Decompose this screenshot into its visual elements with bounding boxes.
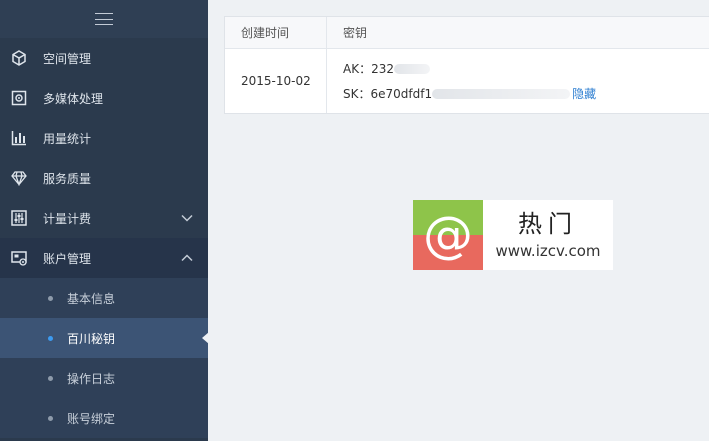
sidebar-subitem-label: 百川秘钥	[67, 331, 116, 346]
at-symbol: @	[423, 206, 473, 264]
sidebar-item-account-management[interactable]: 账户管理	[0, 238, 208, 278]
bullet-icon	[48, 415, 53, 421]
created-date: 2015-10-02	[225, 49, 327, 113]
sidebar-subitem-label: 操作日志	[67, 371, 116, 386]
sidebar-subitem-basic-info[interactable]: 基本信息	[0, 278, 208, 318]
sidebar-item-label: 空间管理	[43, 51, 92, 66]
column-header-created: 创建时间	[225, 17, 327, 48]
chevron-down-icon	[181, 214, 193, 222]
sidebar-subitem-label: 账号绑定	[67, 411, 116, 426]
bullet-icon	[48, 375, 53, 381]
bullet-icon	[48, 295, 53, 301]
sk-value: 6e70dfdf1	[370, 86, 433, 101]
hide-key-link[interactable]: 隐藏	[572, 85, 596, 102]
sliders-icon	[10, 209, 28, 227]
main-content: 创建时间 密钥 2015-10-02 AK： 232 SK： 6e70dfdf1…	[208, 0, 709, 441]
sidebar-item-label: 账户管理	[43, 251, 92, 266]
sidebar-subitem-operation-log[interactable]: 操作日志	[0, 358, 208, 398]
sidebar-item-space-management[interactable]: 空间管理	[0, 38, 208, 78]
table-header: 创建时间 密钥	[225, 17, 709, 49]
sidebar-subitem-label: 基本信息	[67, 291, 116, 306]
media-gear-icon	[10, 89, 28, 107]
watermark-url: www.izcv.com	[495, 242, 601, 260]
sidebar-subitem-account-binding[interactable]: 账号绑定	[0, 398, 208, 438]
sidebar-item-label: 多媒体处理	[43, 91, 104, 106]
watermark-logo: @ 热门 www.izcv.com	[413, 200, 613, 270]
diamond-icon	[10, 169, 28, 187]
ak-value: 232	[371, 61, 394, 76]
bar-chart-icon	[10, 129, 28, 147]
key-cell: AK： 232 SK： 6e70dfdf1 隐藏	[327, 49, 596, 113]
ak-redacted-mask	[394, 63, 430, 74]
table-row: 2015-10-02 AK： 232 SK： 6e70dfdf1 隐藏	[225, 49, 709, 113]
sidebar-item-label: 用量统计	[43, 131, 92, 146]
chevron-up-icon	[181, 254, 193, 262]
sk-label: SK：	[343, 87, 371, 101]
watermark-at-badge: @	[413, 200, 483, 270]
sidebar-item-label: 服务质量	[43, 171, 92, 186]
cube-icon	[10, 49, 28, 67]
sidebar-item-label: 计量计费	[43, 211, 92, 226]
ak-label: AK：	[343, 62, 372, 76]
account-card-icon	[10, 249, 28, 267]
sidebar-item-usage-stats[interactable]: 用量统计	[0, 118, 208, 158]
bullet-icon	[48, 335, 53, 341]
sidebar-header	[0, 0, 208, 38]
ak-line: AK： 232	[343, 60, 430, 77]
watermark-text: 热门 www.izcv.com	[483, 200, 613, 270]
sk-redacted-mask	[432, 88, 571, 99]
sidebar: 空间管理 多媒体处理 用量统计 服务质量 计量计费 账户管理 基本信息 百川秘钥…	[0, 0, 209, 441]
column-header-key: 密钥	[343, 26, 368, 40]
menu-toggle-icon[interactable]	[95, 13, 113, 25]
sidebar-item-service-quality[interactable]: 服务质量	[0, 158, 208, 198]
sidebar-item-media-processing[interactable]: 多媒体处理	[0, 78, 208, 118]
sidebar-subitem-baichuan-keys[interactable]: 百川秘钥	[0, 318, 209, 358]
sidebar-item-billing[interactable]: 计量计费	[0, 198, 208, 238]
watermark-chinese: 热门	[518, 210, 578, 238]
sk-line: SK： 6e70dfdf1 隐藏	[343, 85, 596, 102]
keys-table: 创建时间 密钥 2015-10-02 AK： 232 SK： 6e70dfdf1…	[224, 16, 709, 114]
